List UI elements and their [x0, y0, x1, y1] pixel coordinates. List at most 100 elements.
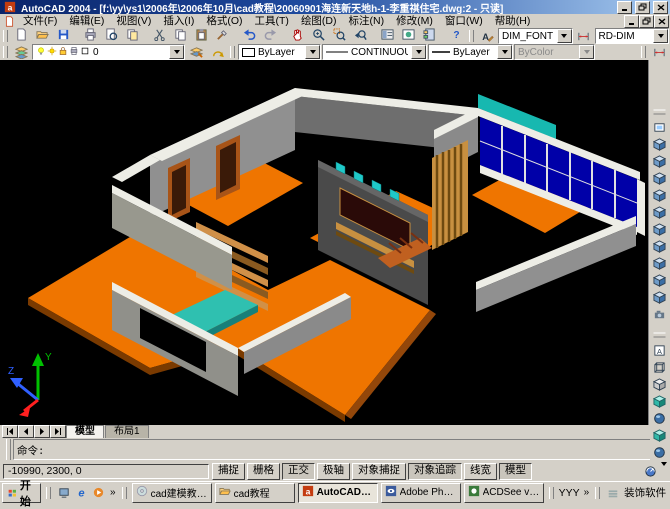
copy-button[interactable] — [170, 28, 190, 44]
command-input-area[interactable]: 命令: — [13, 439, 668, 460]
layer-combo[interactable]: 0 — [32, 44, 185, 60]
internet-explorer-icon[interactable]: e — [73, 485, 89, 501]
menu-item-10[interactable]: 帮助(H) — [489, 15, 537, 27]
ne-isometric-button[interactable] — [650, 273, 669, 290]
linetype-combo[interactable]: CONTINUOUS — [322, 44, 427, 60]
zoom-previous-button[interactable] — [350, 28, 370, 44]
linear-dimension-button[interactable] — [649, 44, 669, 60]
menu-item-0[interactable]: 文件(F) — [17, 15, 63, 27]
tool-palettes-button[interactable] — [419, 28, 439, 44]
paste-button[interactable] — [191, 28, 211, 44]
status-toggle-grid[interactable]: 栅格 — [247, 463, 280, 480]
combo-dropdown-arrow[interactable] — [411, 45, 426, 59]
lock-icon[interactable] — [58, 46, 68, 59]
menu-item-2[interactable]: 视图(V) — [110, 15, 157, 27]
bottom-view-button[interactable] — [650, 154, 669, 171]
sw-isometric-button[interactable] — [650, 239, 669, 256]
printer-small-icon[interactable] — [69, 46, 79, 59]
toolbar-grip[interactable] — [3, 30, 8, 42]
se-isometric-button[interactable] — [650, 256, 669, 273]
text-style-button[interactable]: A — [477, 28, 497, 44]
named-views-button[interactable] — [650, 120, 669, 137]
taskbar-window-cd[interactable]: cad建模教程... — [132, 483, 212, 503]
combo-dropdown-arrow[interactable] — [653, 29, 668, 43]
match-properties-button[interactable] — [212, 28, 232, 44]
combo-dropdown-arrow[interactable] — [497, 45, 512, 59]
properties-button[interactable] — [377, 28, 397, 44]
lineweight-combo[interactable]: ByLayer — [428, 44, 513, 60]
doc-minimize-button[interactable] — [624, 15, 639, 28]
left-view-button[interactable] — [650, 171, 669, 188]
plot-button[interactable] — [80, 28, 100, 44]
combo-dropdown-arrow[interactable] — [305, 45, 320, 59]
zoom-window-button[interactable] — [329, 28, 349, 44]
next-tab-button[interactable] — [34, 425, 50, 438]
doc-restore-button[interactable] — [639, 15, 654, 28]
open-button[interactable] — [32, 28, 52, 44]
command-window[interactable]: 命令: — [0, 438, 670, 462]
layer-previous-button[interactable] — [207, 44, 227, 60]
2d-wireframe-button[interactable]: A — [650, 343, 669, 360]
back-view-button[interactable] — [650, 222, 669, 239]
color-combo[interactable]: ByLayer — [238, 44, 321, 60]
taskbar-window-folder[interactable]: cad教程 — [215, 483, 295, 503]
start-button[interactable]: 开始 — [2, 483, 41, 503]
status-menu-arrow[interactable] — [661, 466, 667, 478]
restore-button[interactable] — [635, 1, 650, 14]
band-overflow-chevron[interactable]: » — [583, 487, 591, 498]
hidden-button[interactable] — [650, 377, 669, 394]
top-view-button[interactable] — [650, 137, 669, 154]
quick-launch-overflow-chevron[interactable]: » — [109, 487, 117, 498]
redo-button[interactable] — [260, 28, 280, 44]
folder-band-icon[interactable] — [605, 485, 621, 501]
doc-close-button[interactable] — [654, 15, 669, 28]
menu-item-5[interactable]: 工具(T) — [249, 15, 295, 27]
menu-item-4[interactable]: 格式(O) — [200, 15, 248, 27]
design-center-button[interactable] — [398, 28, 418, 44]
tab-layout1[interactable]: 布局1 — [105, 425, 149, 438]
bulb-icon[interactable] — [36, 46, 46, 59]
gouraud-shaded-button[interactable] — [650, 411, 669, 428]
status-toggle-snap[interactable]: 捕捉 — [212, 463, 245, 480]
right-view-button[interactable] — [650, 188, 669, 205]
status-toggle-ortho[interactable]: 正交 — [282, 463, 315, 480]
preview-button[interactable] — [101, 28, 121, 44]
taskbar-window-acdsee[interactable]: ACDSee v3.1... — [464, 483, 544, 503]
combo-dropdown-arrow[interactable] — [169, 45, 184, 59]
menu-item-1[interactable]: 编辑(E) — [63, 15, 110, 27]
menu-item-3[interactable]: 插入(I) — [157, 15, 200, 27]
status-toggle-osnap[interactable]: 对象捕捉 — [352, 463, 406, 480]
close-button[interactable] — [653, 1, 668, 14]
publish-button[interactable] — [122, 28, 142, 44]
status-toggle-polar[interactable]: 极轴 — [317, 463, 350, 480]
taskbar-window-photoshop[interactable]: Adobe Photo... — [381, 483, 461, 503]
taskbar-grip[interactable] — [46, 487, 51, 499]
undo-button[interactable] — [239, 28, 259, 44]
taskbar-window-acad[interactable]: aAutoCAD 200... — [298, 483, 378, 503]
toolbar-grip[interactable] — [641, 46, 646, 58]
communication-center-icon[interactable] — [642, 464, 658, 480]
layers-button[interactable] — [11, 44, 31, 60]
sun-icon[interactable] — [47, 46, 57, 59]
zoom-realtime-button[interactable] — [308, 28, 328, 44]
band-yyy-label[interactable]: YYY — [559, 487, 580, 499]
taskbar-grip[interactable] — [549, 487, 554, 499]
menu-item-8[interactable]: 修改(M) — [390, 15, 439, 27]
drawing-area[interactable]: Y Z A — [0, 60, 670, 425]
front-view-button[interactable] — [650, 205, 669, 222]
document-icon[interactable] — [1, 13, 17, 29]
minimize-button[interactable] — [617, 1, 632, 14]
text-style-combo[interactable]: DIM_FONT — [498, 28, 573, 44]
taskbar-grip[interactable] — [595, 487, 600, 499]
toolbar-grip[interactable] — [469, 30, 474, 42]
make-layer-current-button[interactable] — [186, 44, 206, 60]
last-tab-button[interactable] — [50, 425, 66, 438]
tab-model[interactable]: 模型 — [66, 425, 104, 438]
help-button[interactable]: ? — [446, 28, 466, 44]
camera-button[interactable] — [650, 307, 669, 324]
toolbar-grip[interactable] — [230, 46, 235, 58]
drawing-canvas[interactable]: Y Z — [0, 60, 649, 425]
new-button[interactable] — [11, 28, 31, 44]
toolbar-grip[interactable] — [654, 333, 666, 338]
pan-button[interactable] — [287, 28, 307, 44]
